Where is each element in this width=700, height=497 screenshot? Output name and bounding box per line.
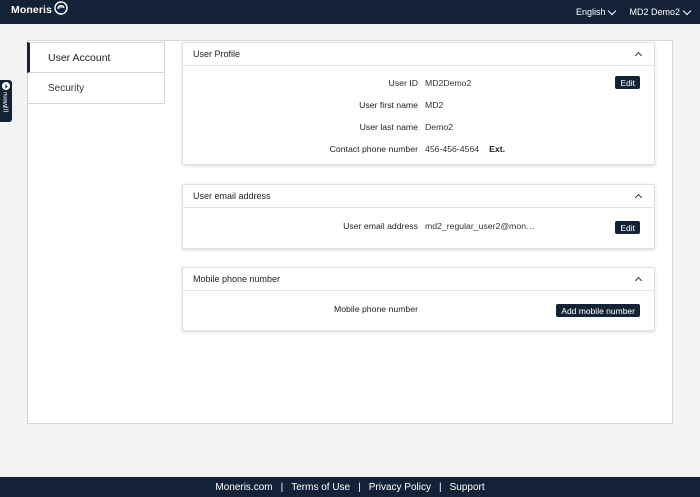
chevron-down-icon <box>682 6 692 15</box>
language-label: English <box>575 7 606 17</box>
sidebar-item-label: Security <box>48 82 85 94</box>
field-label: User first name <box>359 100 418 110</box>
email-card: User email address User email address md… <box>182 184 655 249</box>
user-menu-dropdown[interactable]: MD2 Demo2 <box>629 6 692 17</box>
add-mobile-number-button[interactable]: Add mobile number <box>556 304 640 317</box>
footer-link-support[interactable]: Support <box>450 482 485 493</box>
contact-phone-row: Contact phone number 456-456-4564 Ext. <box>183 138 654 160</box>
first-name-row: User first name MD2 <box>183 94 654 116</box>
field-value: md2_regular_user2@mon… <box>425 221 535 231</box>
field-label: Contact phone number <box>329 144 418 154</box>
phone-ext-label: Ext. <box>489 144 506 154</box>
footer-link-terms[interactable]: Terms of Use <box>291 482 350 493</box>
collapse-chevron-icon[interactable] <box>634 51 643 60</box>
email-row: User email address md2_regular_user2@mon… <box>183 217 654 239</box>
footer-separator: | <box>280 481 284 493</box>
edit-email-button[interactable]: Edit <box>615 221 640 234</box>
footer-link-privacy[interactable]: Privacy Policy <box>369 482 431 493</box>
field-value: 456-456-4564 Ext. <box>425 144 505 154</box>
user-id-row: User ID MD2Demo2 Edit <box>183 72 654 94</box>
email-header[interactable]: User email address <box>183 185 654 208</box>
menu-label: Menu <box>3 92 9 108</box>
user-name-label: MD2 Demo2 <box>629 7 680 17</box>
moneris-logo[interactable]: Moneris <box>11 1 69 16</box>
footer-separator: | <box>358 481 361 493</box>
footer-link-moneris[interactable]: Moneris.com <box>215 482 272 493</box>
phone-value: 456-456-4564 <box>425 144 480 154</box>
user-profile-header[interactable]: User Profile <box>183 43 654 66</box>
edit-profile-button[interactable]: Edit <box>615 76 640 89</box>
field-value: Demo2 <box>425 122 454 132</box>
user-profile-card: User Profile User ID MD2Demo2 Edit User … <box>182 42 655 165</box>
card-title: Mobile phone number <box>193 274 281 284</box>
account-sidebar: User Account Security <box>27 42 165 104</box>
footer-separator: | <box>438 481 442 493</box>
collapse-chevron-icon[interactable] <box>634 276 643 285</box>
logo-swirl-icon <box>54 1 68 15</box>
mobile-phone-row: Mobile phone number Add mobile number <box>183 299 654 321</box>
side-menu-toggle[interactable]: Menu ☰ <box>0 80 12 122</box>
field-value: MD2Demo2 <box>425 78 472 88</box>
field-label: User last name <box>359 122 418 132</box>
sidebar-item-label: User Account <box>48 51 111 64</box>
field-label: Mobile phone number <box>333 304 418 314</box>
field-label: User ID <box>388 78 418 88</box>
language-dropdown[interactable]: English <box>575 6 617 17</box>
sidebar-item-security[interactable]: Security <box>27 73 165 104</box>
footer-bar: Moneris.com | Terms of Use | Privacy Pol… <box>0 477 700 497</box>
last-name-row: User last name Demo2 <box>183 116 654 138</box>
field-value: MD2 <box>425 100 444 110</box>
chevron-down-icon <box>608 6 617 15</box>
top-navigation-bar: Moneris English MD2 Demo2 <box>0 0 700 24</box>
arrow-right-icon <box>2 82 10 90</box>
card-title: User Profile <box>193 49 241 59</box>
hamburger-icon: ☰ <box>2 107 10 115</box>
mobile-phone-card: Mobile phone number Mobile phone number … <box>182 267 655 331</box>
sidebar-item-user-account[interactable]: User Account <box>27 42 165 73</box>
field-label: User email address <box>343 221 418 231</box>
card-title: User email address <box>193 191 271 201</box>
mobile-phone-header[interactable]: Mobile phone number <box>183 268 654 291</box>
logo-text: Moneris <box>11 4 52 16</box>
collapse-chevron-icon[interactable] <box>634 193 643 202</box>
